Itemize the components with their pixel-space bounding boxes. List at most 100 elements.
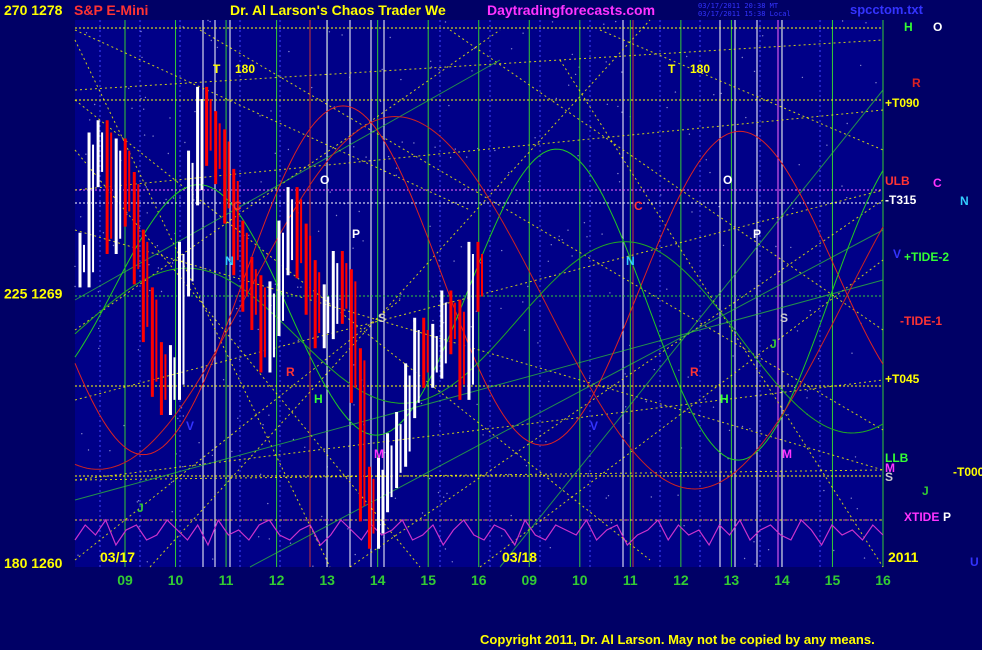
star-dot (687, 376, 689, 378)
star-dot (210, 39, 212, 42)
star-dot (809, 309, 811, 312)
star-dot (743, 557, 746, 560)
star-dot (823, 489, 825, 492)
x-tick-label: 12 (269, 572, 285, 588)
right-label: J (922, 484, 929, 498)
x-tick-label: 09 (117, 572, 133, 588)
star-dot (607, 495, 610, 497)
star-dot (754, 563, 756, 565)
star-dot (179, 197, 181, 199)
star-dot (184, 141, 186, 144)
star-dot (165, 198, 167, 201)
star-dot (400, 78, 402, 81)
plot-marker-label: 180 (235, 62, 255, 76)
star-dot (741, 56, 743, 59)
star-dot (182, 26, 184, 28)
star-dot (558, 235, 560, 237)
x-tick-label: 15 (420, 572, 436, 588)
header-site: Daytradingforecasts.com (487, 2, 656, 18)
star-dot (522, 32, 524, 34)
star-dot (645, 401, 647, 403)
star-dot (207, 19, 209, 22)
star-dot (85, 32, 88, 34)
star-dot (437, 491, 440, 494)
star-dot (123, 424, 125, 427)
star-dot (767, 549, 770, 551)
star-dot (549, 547, 551, 549)
star-dot (365, 156, 367, 158)
star-dot (262, 424, 264, 426)
plot-marker-label: S (780, 311, 788, 325)
star-dot (678, 369, 680, 371)
star-dot (434, 146, 436, 148)
star-dot (395, 174, 397, 176)
star-dot (510, 514, 512, 517)
star-dot (137, 349, 140, 351)
star-dot (222, 379, 225, 381)
star-dot (401, 141, 403, 143)
star-dot (691, 211, 693, 213)
right-label: N (960, 194, 969, 208)
right-label: -TIDE-1 (900, 314, 942, 328)
star-dot (148, 264, 150, 266)
star-dot (525, 465, 528, 467)
header-file: spcctom.txt (850, 2, 923, 17)
star-dot (464, 188, 466, 190)
header-title-main: Dr. Al Larson's Chaos Trader We (230, 2, 446, 18)
star-dot (589, 377, 591, 379)
star-dot (860, 64, 862, 67)
chart-root: T 180 T 180 O O P P S S N N H H V V M M R R J J C C R +T090 ULB C N… (0, 0, 982, 650)
star-dot (231, 450, 233, 453)
star-dot (628, 422, 630, 424)
star-dot (237, 417, 239, 419)
star-dot (249, 99, 251, 101)
star-dot (854, 456, 857, 458)
star-dot (171, 262, 174, 264)
star-dot (476, 403, 478, 406)
star-dot (460, 246, 462, 248)
header-title-left: S&P E-Mini (74, 2, 149, 18)
star-dot (198, 442, 200, 444)
star-dot (501, 249, 503, 252)
star-dot (666, 288, 668, 290)
star-dot (260, 181, 262, 183)
star-dot (621, 111, 623, 113)
star-dot (501, 535, 503, 537)
x-tick-label: 13 (319, 572, 335, 588)
star-dot (775, 245, 777, 248)
star-dot (720, 92, 722, 95)
star-dot (287, 148, 290, 151)
star-dot (274, 152, 276, 154)
star-dot (551, 21, 554, 23)
star-dot (341, 34, 343, 36)
x-tick-label: 15 (825, 572, 841, 588)
star-dot (792, 207, 794, 210)
plot-marker-label: T (668, 62, 676, 76)
star-dot (438, 68, 440, 71)
star-dot (260, 473, 262, 475)
star-dot (394, 497, 397, 499)
star-dot (289, 542, 292, 544)
right-label: P (943, 510, 951, 524)
star-dot (212, 558, 214, 560)
star-dot (85, 153, 87, 155)
star-dot (321, 515, 323, 518)
star-dot (705, 159, 707, 161)
star-dot (666, 106, 668, 109)
star-dot (453, 260, 455, 262)
star-dot (420, 402, 423, 405)
x-tick-label: 16 (471, 572, 487, 588)
star-dot (753, 541, 755, 543)
star-dot (787, 383, 790, 385)
star-dot (833, 549, 835, 552)
star-dot (248, 234, 250, 236)
y-tick-label: 180 1260 (4, 555, 63, 571)
star-dot (352, 247, 354, 249)
right-label: ULB (885, 174, 910, 188)
star-dot (806, 390, 809, 392)
star-dot (603, 23, 605, 25)
star-dot (470, 326, 472, 328)
star-dot (109, 450, 111, 452)
star-dot (98, 347, 100, 350)
plot-marker-label: R (690, 365, 699, 379)
